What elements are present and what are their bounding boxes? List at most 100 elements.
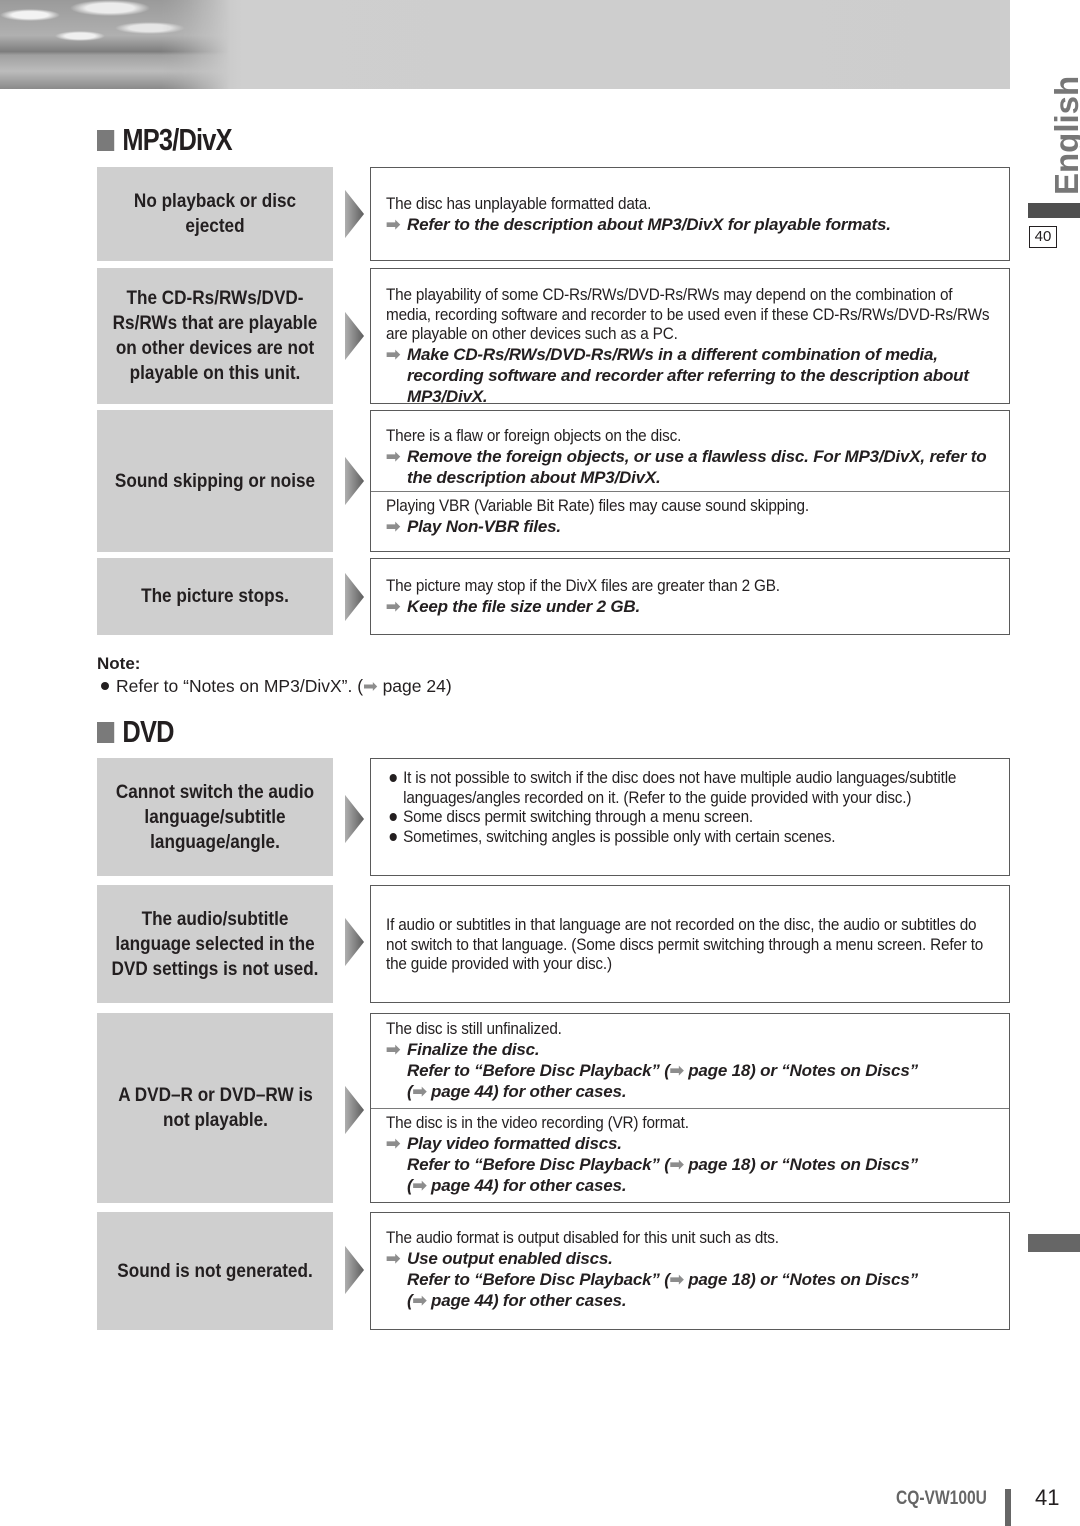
remedy-cell: The disc is in the video recording (VR) … <box>371 1108 1009 1196</box>
arrow-icon: ➡ <box>386 516 401 536</box>
trouble-row: The CD-Rs/RWs/DVD-Rs/RWs that are playab… <box>97 268 1010 407</box>
fix-line: Refer to the description about MP3/DivX … <box>407 214 891 234</box>
page-number: 41 <box>1035 1485 1060 1510</box>
landscape-photo <box>0 0 230 89</box>
trouble-row: Sound skipping or noise There is a flaw … <box>97 410 1010 552</box>
fix-text: ➡ Play video formatted discs. Refer to “B… <box>386 1133 999 1196</box>
arrow-icon: ➡ <box>669 1060 684 1080</box>
section-title-text: MP3/DivX <box>122 122 232 157</box>
remedy-cell: It is not possible to switch if the disc… <box>371 759 1009 846</box>
square-bullet-icon <box>97 721 115 743</box>
remedy-cell: There is a flaw or foreign objects on th… <box>371 411 1009 491</box>
ref-text: page 18) or “Notes on Discs” <box>683 1154 918 1174</box>
fix-text: ➡ Play Non-VBR files. <box>386 516 999 537</box>
arrow-icon: ➡ <box>386 1133 401 1153</box>
trouble-row: The audio/subtitle language selected in … <box>97 885 1010 1003</box>
trouble-row: The picture stops. The picture may stop … <box>97 558 1010 635</box>
language-tab-bar <box>1028 203 1080 218</box>
symptom-box: No playback or disc ejected <box>97 167 333 261</box>
arrow-icon: ➡ <box>669 1269 684 1289</box>
bullet-item: It is not possible to switch if the disc… <box>386 768 977 807</box>
reference-line: (➡ page 44) for other cases. <box>407 1175 999 1196</box>
trouble-row: Sound is not generated. The audio format… <box>97 1212 1010 1330</box>
cause-text: Playing VBR (Variable Bit Rate) files ma… <box>386 496 809 515</box>
fix-text: ➡ Remove the foreign objects, or use a fl… <box>386 446 999 488</box>
symptom-text: Cannot switch the audio language/subtitl… <box>115 780 315 853</box>
section-title-dvd: DVD <box>97 714 174 750</box>
note-label: Note: <box>97 654 141 673</box>
language-tab: English <box>1028 76 1080 195</box>
page-reference: page 24) <box>377 676 452 696</box>
note-text: Refer to “Notes on MP3/DivX”. ( <box>116 676 364 696</box>
arrow-right-icon <box>345 190 364 238</box>
section-title-text: DVD <box>122 714 174 749</box>
remedy-box: The disc has unplayable formatted data. … <box>370 167 1010 261</box>
remedy-cell: The disc is still unfinalized. ➡ Finalize… <box>371 1014 1009 1108</box>
symptom-text: The picture stops. <box>141 585 289 607</box>
remedy-box: The disc is still unfinalized. ➡ Finalize… <box>370 1013 1010 1203</box>
remedy-cell: The audio format is output disabled for … <box>371 1213 1009 1311</box>
remedy-cell: The playability of some CD-Rs/RWs/DVD-Rs… <box>371 269 1009 407</box>
fix-line: Use output enabled discs. <box>407 1248 613 1268</box>
trouble-row: No playback or disc ejected The disc has… <box>97 167 1010 261</box>
fix-line: Finalize the disc. <box>407 1039 540 1059</box>
arrow-icon: ➡ <box>412 1290 427 1310</box>
reference-line: Refer to “Before Disc Playback” (➡ page … <box>407 1154 999 1175</box>
section-title-mp3-divx: MP3/DivX <box>97 122 233 158</box>
arrow-right-icon <box>345 918 364 966</box>
section-page-box: 40 <box>1029 226 1057 248</box>
remedy-cell: The disc has unplayable formatted data. … <box>371 168 1009 235</box>
symptom-box: The picture stops. <box>97 558 333 635</box>
fix-line: Keep the file size under 2 GB. <box>407 596 641 616</box>
remedy-box: If audio or subtitles in that language a… <box>370 885 1010 1003</box>
arrow-right-icon <box>345 1246 364 1294</box>
reference-line: Refer to “Before Disc Playback” (➡ page … <box>407 1269 999 1290</box>
ref-text: page 44) for other cases. <box>426 1175 627 1195</box>
trouble-row: A DVD–R or DVD–RW is not playable. The d… <box>97 1013 1010 1203</box>
symptom-text: No playback or disc ejected <box>133 190 297 237</box>
symptom-box: The CD-Rs/RWs/DVD-Rs/RWs that are playab… <box>97 268 333 404</box>
bullet-item: Some discs permit switching through a me… <box>386 807 1015 827</box>
arrow-right-icon <box>345 573 364 621</box>
symptom-box: Sound skipping or noise <box>97 410 333 552</box>
arrow-icon: ➡ <box>412 1081 427 1101</box>
cause-text: If audio or subtitles in that language a… <box>386 915 984 973</box>
reference-line: (➡ page 44) for other cases. <box>407 1290 999 1311</box>
symptom-text: The audio/subtitle language selected in … <box>111 907 319 980</box>
arrow-right-icon <box>345 795 364 843</box>
symptom-box: Sound is not generated. <box>97 1212 333 1330</box>
fix-text: ➡ Refer to the description about MP3/DivX… <box>386 214 999 235</box>
cause-text: The picture may stop if the DivX files a… <box>386 576 780 595</box>
arrow-right-icon <box>345 457 364 505</box>
ref-text: page 18) or “Notes on Discs” <box>683 1060 918 1080</box>
fix-text: ➡ Use output enabled discs. Refer to “Bef… <box>386 1248 999 1311</box>
symptom-box: A DVD–R or DVD–RW is not playable. <box>97 1013 333 1203</box>
ref-text: Refer to “Before Disc Playback” ( <box>407 1060 670 1080</box>
footer-divider <box>1005 1489 1011 1526</box>
model-number: CQ-VW100U <box>896 1488 987 1509</box>
arrow-icon: ➡ <box>386 596 401 616</box>
remedy-box: The audio format is output disabled for … <box>370 1212 1010 1330</box>
reference-line: Refer to “Before Disc Playback” (➡ page … <box>407 1060 999 1081</box>
trouble-row: Cannot switch the audio language/subtitl… <box>97 758 1010 876</box>
arrow-icon: ➡ <box>386 344 401 364</box>
symptom-box: Cannot switch the audio language/subtitl… <box>97 758 333 876</box>
arrow-right-icon <box>345 1086 364 1134</box>
arrow-right-icon <box>345 312 364 360</box>
square-bullet-icon <box>97 129 115 151</box>
fix-line: Make CD-Rs/RWs/DVD-Rs/RWs in a different… <box>407 344 969 406</box>
ref-text: page 44) for other cases. <box>426 1290 627 1310</box>
symptom-text: Sound skipping or noise <box>114 469 316 492</box>
symptom-text: Sound is not generated. <box>117 1259 313 1282</box>
cause-text: The disc is in the video recording (VR) … <box>386 1113 689 1132</box>
remedy-box: It is not possible to switch if the disc… <box>370 758 1010 876</box>
fix-line: Play Non-VBR files. <box>407 516 561 536</box>
language-label: English <box>1048 75 1080 195</box>
fix-line: Play video formatted discs. <box>407 1133 622 1153</box>
remedy-box: The playability of some CD-Rs/RWs/DVD-Rs… <box>370 268 1010 407</box>
cause-text: The playability of some CD-Rs/RWs/DVD-Rs… <box>386 285 990 343</box>
fix-line: Remove the foreign objects, or use a fla… <box>407 446 987 487</box>
remedy-box: The picture may stop if the DivX files a… <box>370 558 1010 635</box>
cause-text: The audio format is output disabled for … <box>386 1228 779 1247</box>
bullet-item: Sometimes, switching angles is possible … <box>386 827 1015 847</box>
